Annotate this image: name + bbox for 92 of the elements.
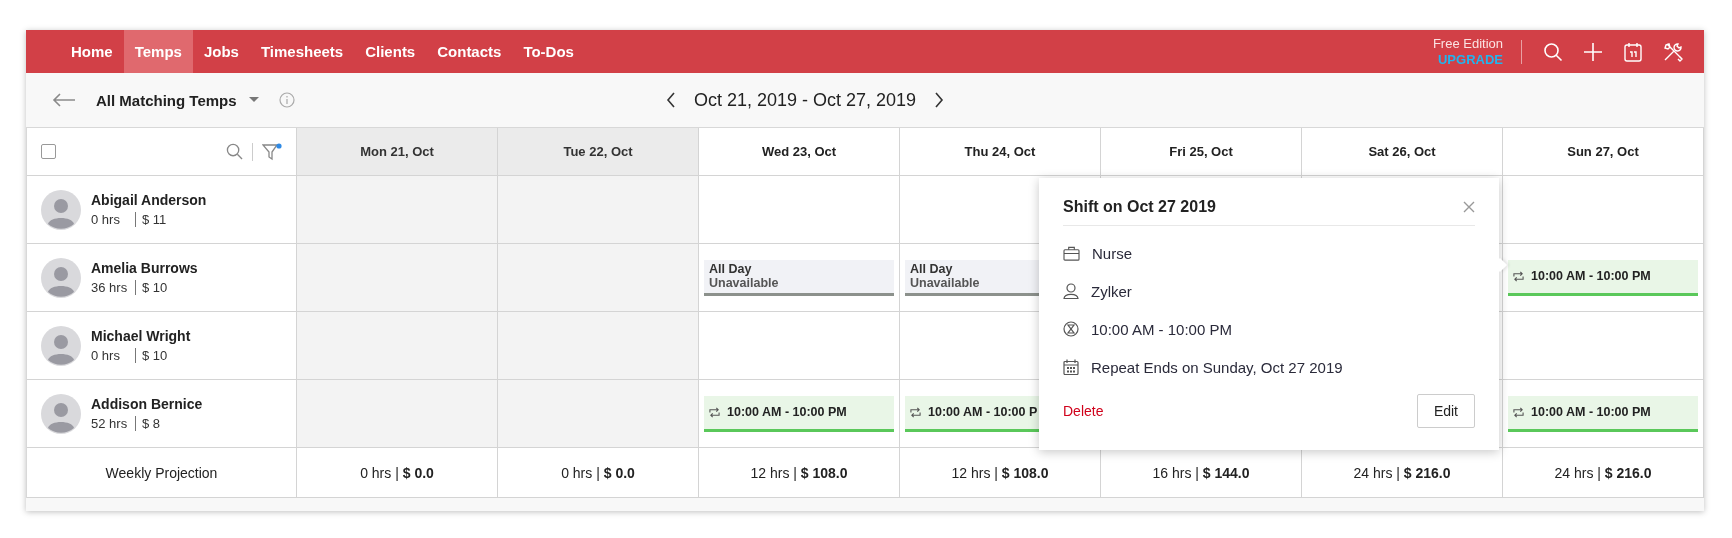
person-icon bbox=[1063, 283, 1079, 299]
avatar-icon bbox=[41, 325, 81, 366]
block-note: Unavailable bbox=[910, 276, 981, 290]
day-header: Wed 23, Oct bbox=[699, 128, 900, 176]
search-icon[interactable] bbox=[1543, 41, 1563, 62]
schedule-cell[interactable] bbox=[699, 176, 900, 244]
projection-total: 12 hrs | $ 108.0 bbox=[951, 464, 1049, 481]
caret-icon bbox=[248, 97, 259, 103]
projection-total: 0 hrs | $ 0.0 bbox=[561, 464, 635, 481]
temp-name[interactable]: Michael Wright bbox=[91, 328, 191, 344]
shift-detail: 10:00 AM - 10:00 PM bbox=[1091, 320, 1232, 338]
shift-time: 10:00 AM - 10:00 PM bbox=[1531, 269, 1651, 283]
repeat-icon bbox=[1512, 406, 1525, 418]
temp-hours: 52 hrs bbox=[91, 416, 129, 431]
nav-tab[interactable]: Home bbox=[60, 30, 124, 73]
avatar-icon bbox=[41, 257, 81, 298]
edit-button[interactable]: Edit bbox=[1416, 394, 1475, 428]
next-week-icon[interactable] bbox=[934, 92, 945, 108]
temp-name[interactable]: Abigail Anderson bbox=[91, 192, 207, 208]
day-header: Thu 24, Oct bbox=[900, 128, 1101, 176]
shift-time: 10:00 AM - 10:00 PM bbox=[727, 405, 847, 419]
temp-rate: $ 10 bbox=[135, 280, 168, 295]
schedule-cell[interactable] bbox=[297, 312, 498, 380]
temp-hours: 0 hrs bbox=[91, 212, 121, 227]
schedule-cell[interactable] bbox=[1503, 312, 1704, 380]
info-icon[interactable] bbox=[278, 92, 295, 108]
schedule-cell[interactable]: 10:00 AM - 10:00 PM bbox=[699, 380, 900, 448]
shift-block[interactable]: 10:00 AM - 10:00 PM bbox=[1508, 259, 1698, 296]
filter-icon[interactable] bbox=[262, 142, 282, 161]
avatar-icon bbox=[41, 189, 81, 230]
select-all-checkbox[interactable] bbox=[41, 144, 56, 159]
nav-tab[interactable]: Timesheets bbox=[249, 30, 355, 73]
shift-block[interactable]: 10:00 AM - 10:00 PM bbox=[1508, 395, 1698, 432]
schedule-cell[interactable]: 10:00 AM - 10:00 PM bbox=[1503, 380, 1704, 448]
schedule-cell[interactable] bbox=[498, 312, 699, 380]
tools-icon[interactable] bbox=[1663, 41, 1683, 62]
schedule-cell[interactable] bbox=[699, 312, 900, 380]
temp-rate: $ 8 bbox=[135, 416, 161, 431]
calendar-icon[interactable] bbox=[1623, 41, 1643, 62]
popover-title: Shift on Oct 27 2019 bbox=[1063, 198, 1216, 216]
date-range: Oct 21, 2019 - Oct 27, 2019 bbox=[694, 89, 917, 111]
day-header: Sat 26, Oct bbox=[1302, 128, 1503, 176]
shift-time: 10:00 AM - 10:00 P bbox=[928, 405, 1038, 419]
projection-total: 12 hrs | $ 108.0 bbox=[750, 464, 848, 481]
shift-time: 10:00 AM - 10:00 PM bbox=[1531, 405, 1651, 419]
temp-rate: $ 10 bbox=[135, 348, 168, 363]
briefcase-icon bbox=[1063, 245, 1080, 261]
projection-total: 24 hrs | $ 216.0 bbox=[1353, 464, 1451, 481]
schedule-cell[interactable] bbox=[297, 176, 498, 244]
schedule-cell[interactable] bbox=[498, 244, 699, 312]
day-header: Tue 22, Oct bbox=[498, 128, 699, 176]
unavailable-block[interactable]: All Day Unavailable bbox=[704, 259, 894, 296]
shift-block[interactable]: 10:00 AM - 10:00 PM bbox=[704, 395, 894, 432]
nav-tab[interactable]: Clients bbox=[354, 30, 427, 73]
projection-total: 16 hrs | $ 144.0 bbox=[1152, 464, 1250, 481]
temp-name[interactable]: Amelia Burrows bbox=[91, 260, 198, 276]
calendar-icon bbox=[1063, 359, 1079, 375]
temp-name[interactable]: Addison Bernice bbox=[91, 396, 203, 412]
projection-total: 24 hrs | $ 216.0 bbox=[1554, 464, 1652, 481]
previous-week-icon[interactable] bbox=[666, 92, 676, 108]
timer-icon bbox=[1063, 321, 1079, 337]
block-title: All Day bbox=[910, 262, 954, 276]
temp-hours: 36 hrs bbox=[91, 280, 129, 295]
projection-label: Weekly Projection bbox=[27, 448, 297, 498]
day-header: Fri 25, Oct bbox=[1101, 128, 1302, 176]
schedule-cell[interactable]: All Day Unavailable bbox=[699, 244, 900, 312]
schedule-cell[interactable] bbox=[297, 244, 498, 312]
back-arrow-icon[interactable] bbox=[52, 92, 76, 108]
temp-hours: 0 hrs bbox=[91, 348, 121, 363]
schedule-cell[interactable] bbox=[498, 176, 699, 244]
repeat-icon bbox=[1512, 270, 1525, 282]
avatar-icon bbox=[41, 393, 81, 434]
repeat-icon bbox=[708, 406, 721, 418]
day-header: Mon 21, Oct bbox=[297, 128, 498, 176]
repeat-icon bbox=[909, 406, 922, 418]
schedule-cell[interactable] bbox=[1503, 176, 1704, 244]
shift-detail: Repeat Ends on Sunday, Oct 27 2019 bbox=[1091, 358, 1343, 376]
nav-tab[interactable]: Contacts bbox=[426, 30, 513, 73]
nav-tab[interactable]: Jobs bbox=[192, 30, 250, 73]
close-icon[interactable] bbox=[1463, 201, 1475, 213]
edition-label: Free Edition bbox=[1432, 35, 1503, 52]
projection-total: 0 hrs | $ 0.0 bbox=[360, 464, 434, 481]
plus-icon[interactable] bbox=[1583, 41, 1603, 62]
block-title: All Day bbox=[709, 262, 753, 276]
schedule-cell[interactable] bbox=[297, 380, 498, 448]
day-header: Sun 27, Oct bbox=[1503, 128, 1704, 176]
schedule-cell[interactable]: 10:00 AM - 10:00 PM bbox=[1503, 244, 1704, 312]
schedule-cell[interactable] bbox=[498, 380, 699, 448]
nav-tab[interactable]: To-Dos bbox=[512, 30, 585, 73]
search-icon[interactable] bbox=[226, 143, 243, 160]
block-note: Unavailable bbox=[709, 276, 780, 290]
temp-rate: $ 11 bbox=[135, 212, 167, 227]
